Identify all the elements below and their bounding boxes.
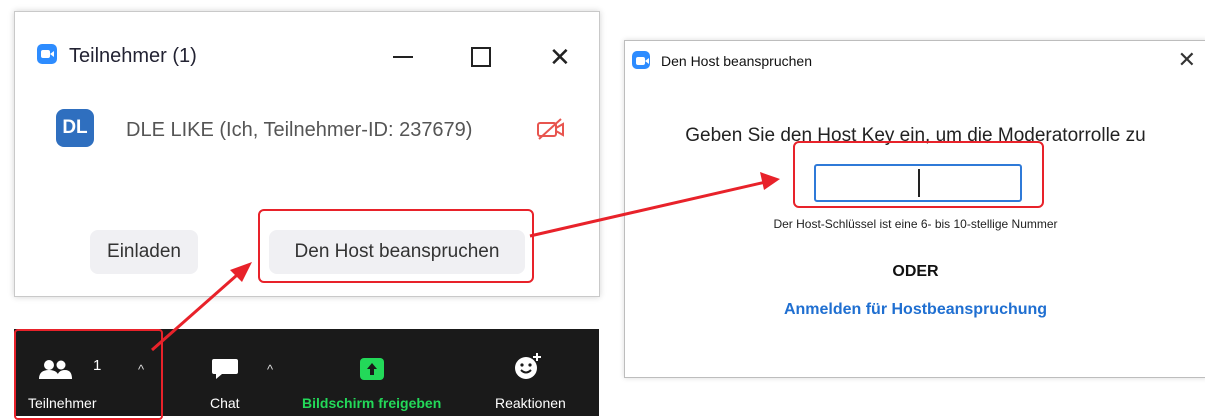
arrow-to-host-key-input <box>529 179 771 238</box>
arrow-to-claim-host-button <box>151 266 246 352</box>
annotation-arrows <box>151 172 780 352</box>
arrowhead-host-key-input <box>760 172 780 190</box>
